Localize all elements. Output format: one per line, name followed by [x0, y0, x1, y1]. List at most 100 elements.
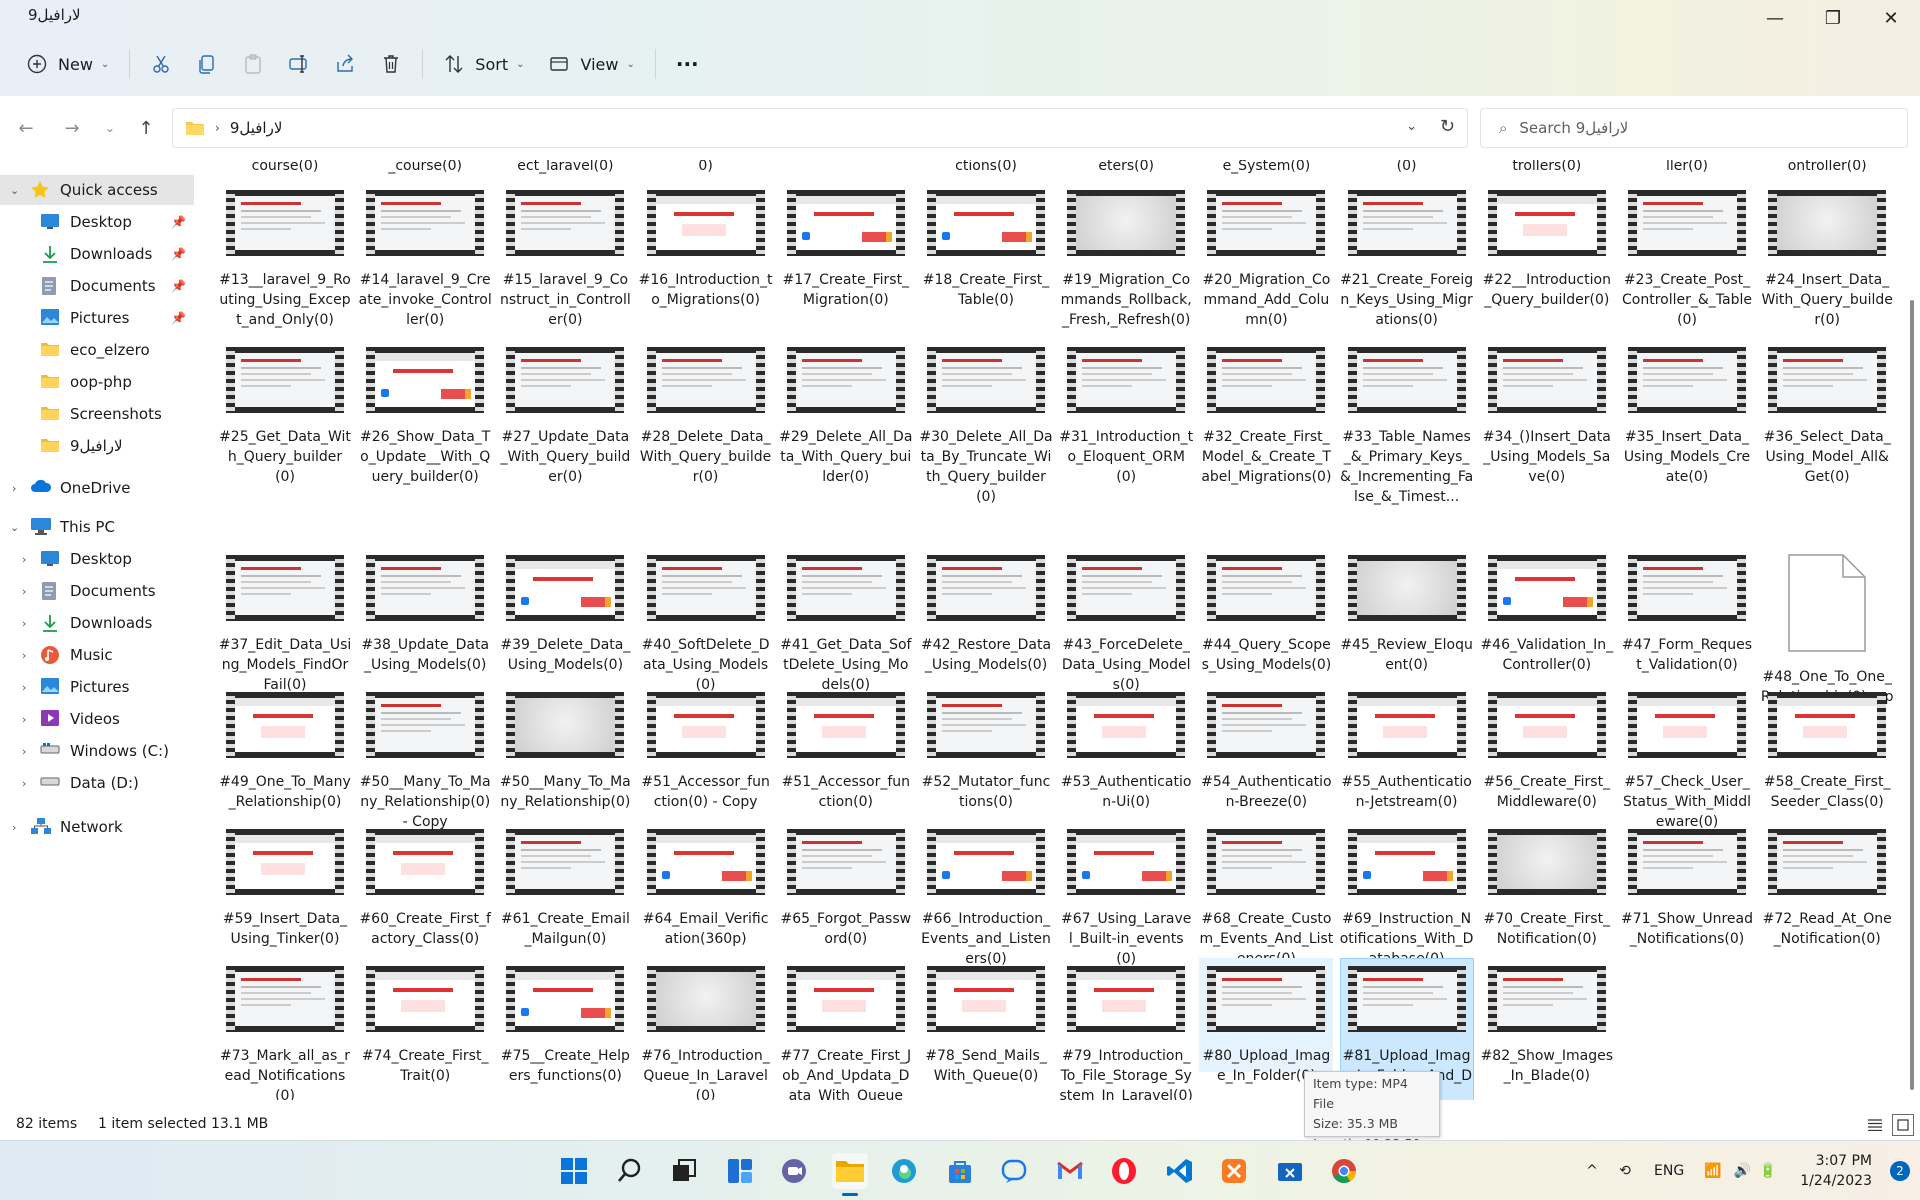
nav-pc-item[interactable]: › Music [0, 640, 194, 670]
file-item[interactable]: #49_One_To_Many_Relationship(0) [218, 684, 352, 812]
file-item[interactable]: #32_Create_First_Model_&_Create_Tabel_Mi… [1199, 339, 1333, 487]
battery-icon[interactable]: 🔋 [1759, 1163, 1776, 1179]
chevron-right-icon[interactable]: › [12, 821, 16, 834]
file-item[interactable]: #39_Delete_Data_Using_Models(0) [498, 547, 632, 675]
search-box[interactable]: ⌕ Search 9لارافيل [1480, 108, 1908, 148]
file-item[interactable]: #43_ForceDelete_Data_Using_Models(0) [1059, 547, 1193, 695]
nav-qa-item[interactable]: Pictures 📌 [0, 303, 194, 333]
file-item[interactable]: #72_Read_At_One_Notification(0) [1760, 821, 1894, 949]
chevron-right-icon[interactable]: › [22, 713, 26, 726]
nav-pc-item[interactable]: › Pictures [0, 672, 194, 702]
file-item[interactable]: #47_Form_Request_Validation(0) [1620, 547, 1754, 675]
clock[interactable]: 3:07 PM 1/24/2023 [1800, 1151, 1872, 1191]
file-item[interactable]: #82_Show_Images_In_Blade(0) [1480, 958, 1614, 1086]
nav-pc-item[interactable]: › Documents [0, 576, 194, 606]
file-item[interactable]: #42_Restore_Data_Using_Models(0) [919, 547, 1053, 675]
messenger-icon[interactable] [996, 1153, 1032, 1189]
chevron-down-icon[interactable]: ⌄ [1406, 119, 1417, 134]
file-item[interactable]: #76_Introduction_Queue_In_Laravel(0) [639, 958, 773, 1100]
file-item[interactable]: #20_Migration_Command_Add_Column(0) [1199, 182, 1333, 330]
file-item[interactable]: #79_Introduction_To_File_Storage_System_… [1059, 958, 1193, 1100]
file-item[interactable]: #66_Introduction_Events_and_Listeners(0) [919, 821, 1053, 969]
file-item[interactable]: #24_Insert_Data_With_Query_builder(0) [1760, 182, 1894, 330]
search-icon[interactable] [612, 1153, 648, 1189]
file-item[interactable]: #36_Select_Data_Using_Model_All&Get(0) [1760, 339, 1894, 487]
file-item[interactable]: #14_laravel_9_Create_invoke_Controller(0… [358, 182, 492, 330]
volume-icon[interactable]: 🔊 [1734, 1163, 1751, 1179]
file-item[interactable]: #78_Send_Mails_With_Queue(0) [919, 958, 1053, 1086]
file-item[interactable]: #75__Create_Helpers_functions(0) [498, 958, 632, 1086]
recent-locations-icon[interactable]: ⌄ [96, 114, 124, 142]
file-explorer-icon[interactable] [832, 1153, 868, 1196]
file-item[interactable]: #13__laravel_9_Routing_Using_Except_and_… [218, 182, 352, 330]
opera-browser-icon[interactable] [1106, 1153, 1142, 1189]
vscode-icon[interactable] [1162, 1153, 1198, 1189]
file-item[interactable]: #40_SoftDelete_Data_Using_Models(0) [639, 547, 773, 695]
nav-qa-item[interactable]: eco_elzero [0, 335, 194, 365]
file-item[interactable]: #30_Delete_All_Data_By_Truncate_With_Que… [919, 339, 1053, 507]
chevron-right-icon[interactable]: › [22, 553, 26, 566]
edge-browser-icon[interactable] [886, 1153, 922, 1189]
file-item[interactable]: #41_Get_Data_SoftDelete_Using_Models(0) [779, 547, 913, 695]
nav-pc-item[interactable]: › Downloads [0, 608, 194, 638]
file-item-partial[interactable]: trollers(0) [1480, 160, 1614, 176]
file-item[interactable]: #70_Create_First_Notification(0) [1480, 821, 1614, 949]
file-item[interactable]: #33_Table_Names_&_Primary_Keys_&_Increme… [1340, 339, 1474, 507]
file-item[interactable]: #25_Get_Data_With_Query_builder(0) [218, 339, 352, 487]
notification-badge[interactable]: 2 [1890, 1161, 1910, 1181]
file-item[interactable]: #22__Introduction_Query_builder(0) [1480, 182, 1614, 310]
details-view-icon[interactable] [1864, 1114, 1886, 1136]
file-item[interactable]: #64_Email_Verification(360p) [639, 821, 773, 949]
file-item[interactable]: #45_Review_Eloquent(0) [1340, 547, 1474, 675]
file-item[interactable]: #18_Create_First_Table(0) [919, 182, 1053, 310]
file-item-partial[interactable]: eters(0) [1059, 160, 1193, 176]
file-item[interactable]: #35_Insert_Data_Using_Models_Create(0) [1620, 339, 1754, 487]
file-item[interactable]: #44_Query_Scopes_Using_Models(0) [1199, 547, 1333, 675]
file-item[interactable]: #56_Create_First_Middleware(0) [1480, 684, 1614, 812]
sort-button[interactable]: Sort ⌄ [431, 44, 536, 84]
file-item[interactable]: #38_Update_Data_Using_Models(0) [358, 547, 492, 675]
more-options-button[interactable]: ··· [664, 44, 711, 84]
nav-qa-item[interactable]: 9لارافيل [0, 431, 194, 461]
file-item[interactable]: #67_Using_Laravel_Built-in_events(0) [1059, 821, 1193, 969]
sync-icon[interactable]: ⟲ [1610, 1163, 1640, 1179]
large-icons-view-icon[interactable] [1892, 1114, 1914, 1136]
file-item[interactable]: #71_Show_Unread_Notifications(0) [1620, 821, 1754, 949]
language-indicator[interactable]: ENG [1654, 1163, 1684, 1179]
nav-qa-item[interactable]: Desktop 📌 [0, 207, 194, 237]
chevron-right-icon[interactable]: › [22, 777, 26, 790]
chevron-right-icon[interactable]: › [22, 681, 26, 694]
nav-qa-item[interactable]: oop-php [0, 367, 194, 397]
file-item[interactable]: #19_Migration_Commands_Rollback,_Fresh,_… [1059, 182, 1193, 330]
file-item-partial[interactable]: (0) [1340, 160, 1474, 176]
back-arrow-icon[interactable]: ← [12, 114, 40, 142]
chevron-right-icon[interactable]: › [22, 649, 26, 662]
nav-quick-access[interactable]: ⌄ Quick access [0, 175, 194, 205]
microsoft-store-icon[interactable] [942, 1153, 978, 1189]
file-item[interactable]: #65_Forgot_Password(0) [779, 821, 913, 949]
file-item[interactable]: #73_Mark_all_as_read_Notifications(0) [218, 958, 352, 1100]
file-item[interactable]: #51_Accessor_function(0) - Copy [639, 684, 773, 812]
file-item-partial[interactable]: _course(0) [358, 160, 492, 176]
nav-pc-item[interactable]: › Desktop [0, 544, 194, 574]
nav-qa-item[interactable]: Screenshots [0, 399, 194, 429]
file-item[interactable]: #60_Create_First_factory_Class(0) [358, 821, 492, 949]
file-item-partial[interactable]: ontroller(0) [1760, 160, 1894, 176]
file-item[interactable]: #52_Mutator_functions(0) [919, 684, 1053, 812]
file-item[interactable]: #80_Upload_Image_In_Folder(0) [1199, 958, 1334, 1086]
windows-start-icon[interactable] [556, 1153, 592, 1189]
file-item[interactable]: #74_Create_First_Trait(0) [358, 958, 492, 1086]
file-item[interactable]: #61_Create_Email_Mailgun(0) [498, 821, 632, 949]
file-item[interactable]: #26_Show_Data_To_Update__With_Query_buil… [358, 339, 492, 487]
nav-onedrive[interactable]: › OneDrive [0, 473, 194, 503]
paste-button[interactable] [230, 44, 276, 84]
file-item[interactable]: #53_Authentication-Ui(0) [1059, 684, 1193, 812]
file-item[interactable]: #59_Insert_Data_Using_Tinker(0) [218, 821, 352, 949]
delete-button[interactable] [368, 44, 414, 84]
file-item-partial[interactable]: 0) [639, 160, 773, 176]
address-bar[interactable]: › 9لارافيل ⌄ ↻ [172, 108, 1468, 148]
task-view-icon[interactable] [666, 1153, 702, 1189]
refresh-icon[interactable]: ↻ [1440, 116, 1455, 137]
file-item[interactable]: #50__Many_To_Many_Relationship(0) [498, 684, 632, 812]
file-item[interactable]: #69_Instruction_Notifications_With_Datab… [1340, 821, 1474, 969]
